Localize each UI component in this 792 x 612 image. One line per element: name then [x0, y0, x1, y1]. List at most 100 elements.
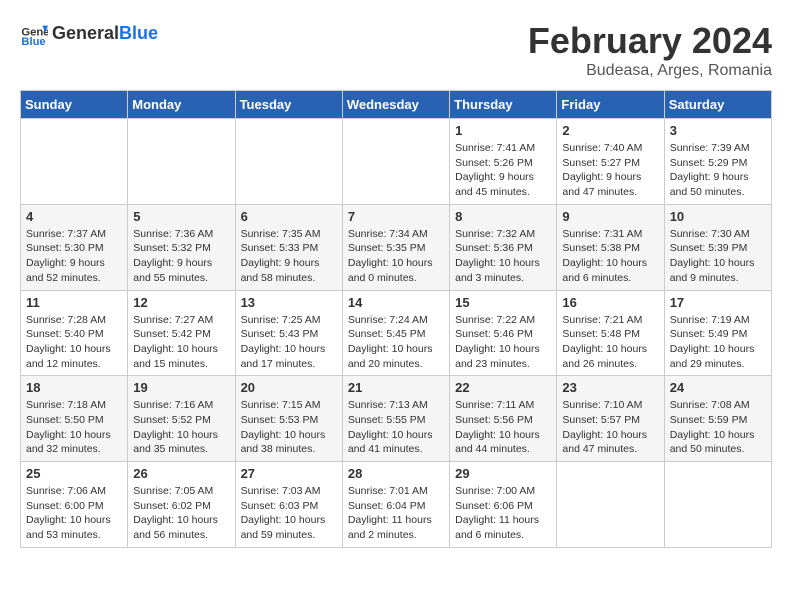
weekday-header-thursday: Thursday — [450, 91, 557, 119]
cell-content: Sunrise: 7:36 AM Sunset: 5:32 PM Dayligh… — [133, 227, 229, 286]
cell-content: Sunrise: 7:37 AM Sunset: 5:30 PM Dayligh… — [26, 227, 122, 286]
calendar-cell: 8 Sunrise: 7:32 AM Sunset: 5:36 PM Daylig… — [450, 204, 557, 290]
cell-content: Sunrise: 7:28 AM Sunset: 5:40 PM Dayligh… — [26, 313, 122, 372]
cell-content: Sunrise: 7:16 AM Sunset: 5:52 PM Dayligh… — [133, 398, 229, 457]
day-number: 23 — [562, 380, 658, 395]
day-number: 12 — [133, 295, 229, 310]
calendar-cell: 22 Sunrise: 7:11 AM Sunset: 5:56 PM Dayli… — [450, 376, 557, 462]
cell-content: Sunrise: 7:34 AM Sunset: 5:35 PM Dayligh… — [348, 227, 444, 286]
calendar-cell: 28 Sunrise: 7:01 AM Sunset: 6:04 PM Dayli… — [342, 462, 449, 548]
calendar-cell: 29 Sunrise: 7:00 AM Sunset: 6:06 PM Dayli… — [450, 462, 557, 548]
day-number: 14 — [348, 295, 444, 310]
day-number: 29 — [455, 466, 551, 481]
calendar-cell: 25 Sunrise: 7:06 AM Sunset: 6:00 PM Dayli… — [21, 462, 128, 548]
cell-content: Sunrise: 7:05 AM Sunset: 6:02 PM Dayligh… — [133, 484, 229, 543]
cell-content: Sunrise: 7:25 AM Sunset: 5:43 PM Dayligh… — [241, 313, 337, 372]
day-number: 13 — [241, 295, 337, 310]
day-number: 22 — [455, 380, 551, 395]
cell-content: Sunrise: 7:13 AM Sunset: 5:55 PM Dayligh… — [348, 398, 444, 457]
weekday-header-monday: Monday — [128, 91, 235, 119]
day-number: 19 — [133, 380, 229, 395]
day-number: 20 — [241, 380, 337, 395]
calendar-cell — [664, 462, 771, 548]
weekday-header-row: SundayMondayTuesdayWednesdayThursdayFrid… — [21, 91, 772, 119]
title-area: February 2024 Budeasa, Arges, Romania — [528, 20, 772, 80]
calendar-cell: 2Sunrise: 7:40 AM Sunset: 5:27 PM Daylig… — [557, 119, 664, 205]
week-row-1: 1Sunrise: 7:41 AM Sunset: 5:26 PM Daylig… — [21, 119, 772, 205]
calendar-cell: 16 Sunrise: 7:21 AM Sunset: 5:48 PM Dayli… — [557, 290, 664, 376]
day-number: 11 — [26, 295, 122, 310]
day-number: 21 — [348, 380, 444, 395]
cell-content: Sunrise: 7:03 AM Sunset: 6:03 PM Dayligh… — [241, 484, 337, 543]
day-number: 15 — [455, 295, 551, 310]
day-number: 1 — [455, 123, 551, 138]
calendar-cell: 17 Sunrise: 7:19 AM Sunset: 5:49 PM Dayli… — [664, 290, 771, 376]
calendar-cell: 21 Sunrise: 7:13 AM Sunset: 5:55 PM Dayli… — [342, 376, 449, 462]
weekday-header-friday: Friday — [557, 91, 664, 119]
calendar-cell: 26 Sunrise: 7:05 AM Sunset: 6:02 PM Dayli… — [128, 462, 235, 548]
calendar-cell: 6 Sunrise: 7:35 AM Sunset: 5:33 PM Daylig… — [235, 204, 342, 290]
svg-text:Blue: Blue — [21, 36, 45, 48]
calendar-cell: 3Sunrise: 7:39 AM Sunset: 5:29 PM Daylig… — [664, 119, 771, 205]
calendar-cell: 24 Sunrise: 7:08 AM Sunset: 5:59 PM Dayli… — [664, 376, 771, 462]
calendar-cell: 27 Sunrise: 7:03 AM Sunset: 6:03 PM Dayli… — [235, 462, 342, 548]
day-number: 25 — [26, 466, 122, 481]
weekday-header-saturday: Saturday — [664, 91, 771, 119]
day-number: 27 — [241, 466, 337, 481]
cell-content: Sunrise: 7:27 AM Sunset: 5:42 PM Dayligh… — [133, 313, 229, 372]
week-row-3: 11 Sunrise: 7:28 AM Sunset: 5:40 PM Dayli… — [21, 290, 772, 376]
cell-content: Sunrise: 7:06 AM Sunset: 6:00 PM Dayligh… — [26, 484, 122, 543]
day-number: 18 — [26, 380, 122, 395]
day-number: 6 — [241, 209, 337, 224]
day-number: 9 — [562, 209, 658, 224]
day-number: 26 — [133, 466, 229, 481]
calendar-cell: 10Sunrise: 7:30 AM Sunset: 5:39 PM Dayli… — [664, 204, 771, 290]
calendar-cell: 9 Sunrise: 7:31 AM Sunset: 5:38 PM Daylig… — [557, 204, 664, 290]
day-number: 28 — [348, 466, 444, 481]
calendar-cell: 15Sunrise: 7:22 AM Sunset: 5:46 PM Dayli… — [450, 290, 557, 376]
weekday-header-sunday: Sunday — [21, 91, 128, 119]
calendar-cell: 11 Sunrise: 7:28 AM Sunset: 5:40 PM Dayli… — [21, 290, 128, 376]
cell-content: Sunrise: 7:40 AM Sunset: 5:27 PM Dayligh… — [562, 141, 658, 200]
calendar-cell: 20Sunrise: 7:15 AM Sunset: 5:53 PM Dayli… — [235, 376, 342, 462]
cell-content: Sunrise: 7:35 AM Sunset: 5:33 PM Dayligh… — [241, 227, 337, 286]
cell-content: Sunrise: 7:19 AM Sunset: 5:49 PM Dayligh… — [670, 313, 766, 372]
cell-content: Sunrise: 7:10 AM Sunset: 5:57 PM Dayligh… — [562, 398, 658, 457]
header: Gene Blue GeneralBlue February 2024 Bude… — [20, 20, 772, 80]
week-row-2: 4 Sunrise: 7:37 AM Sunset: 5:30 PM Daylig… — [21, 204, 772, 290]
day-number: 16 — [562, 295, 658, 310]
location-title: Budeasa, Arges, Romania — [528, 62, 772, 80]
month-title: February 2024 — [528, 20, 772, 62]
calendar-cell — [342, 119, 449, 205]
calendar-cell: 5 Sunrise: 7:36 AM Sunset: 5:32 PM Daylig… — [128, 204, 235, 290]
day-number: 7 — [348, 209, 444, 224]
day-number: 3 — [670, 123, 766, 138]
cell-content: Sunrise: 7:18 AM Sunset: 5:50 PM Dayligh… — [26, 398, 122, 457]
day-number: 8 — [455, 209, 551, 224]
day-number: 17 — [670, 295, 766, 310]
logo-general-text: GeneralBlue — [52, 24, 158, 44]
calendar-cell — [557, 462, 664, 548]
cell-content: Sunrise: 7:32 AM Sunset: 5:36 PM Dayligh… — [455, 227, 551, 286]
calendar-cell: 4 Sunrise: 7:37 AM Sunset: 5:30 PM Daylig… — [21, 204, 128, 290]
cell-content: Sunrise: 7:11 AM Sunset: 5:56 PM Dayligh… — [455, 398, 551, 457]
cell-content: Sunrise: 7:08 AM Sunset: 5:59 PM Dayligh… — [670, 398, 766, 457]
day-number: 24 — [670, 380, 766, 395]
cell-content: Sunrise: 7:30 AM Sunset: 5:39 PM Dayligh… — [670, 227, 766, 286]
day-number: 5 — [133, 209, 229, 224]
calendar-cell — [235, 119, 342, 205]
calendar-cell: 23 Sunrise: 7:10 AM Sunset: 5:57 PM Dayli… — [557, 376, 664, 462]
logo-icon: Gene Blue — [20, 20, 48, 48]
calendar-cell: 18 Sunrise: 7:18 AM Sunset: 5:50 PM Dayli… — [21, 376, 128, 462]
week-row-5: 25 Sunrise: 7:06 AM Sunset: 6:00 PM Dayli… — [21, 462, 772, 548]
calendar-cell — [128, 119, 235, 205]
calendar-cell: 12 Sunrise: 7:27 AM Sunset: 5:42 PM Dayli… — [128, 290, 235, 376]
cell-content: Sunrise: 7:21 AM Sunset: 5:48 PM Dayligh… — [562, 313, 658, 372]
calendar-table: SundayMondayTuesdayWednesdayThursdayFrid… — [20, 90, 772, 548]
cell-content: Sunrise: 7:01 AM Sunset: 6:04 PM Dayligh… — [348, 484, 444, 543]
cell-content: Sunrise: 7:31 AM Sunset: 5:38 PM Dayligh… — [562, 227, 658, 286]
cell-content: Sunrise: 7:00 AM Sunset: 6:06 PM Dayligh… — [455, 484, 551, 543]
calendar-cell: 19 Sunrise: 7:16 AM Sunset: 5:52 PM Dayli… — [128, 376, 235, 462]
day-number: 4 — [26, 209, 122, 224]
weekday-header-wednesday: Wednesday — [342, 91, 449, 119]
